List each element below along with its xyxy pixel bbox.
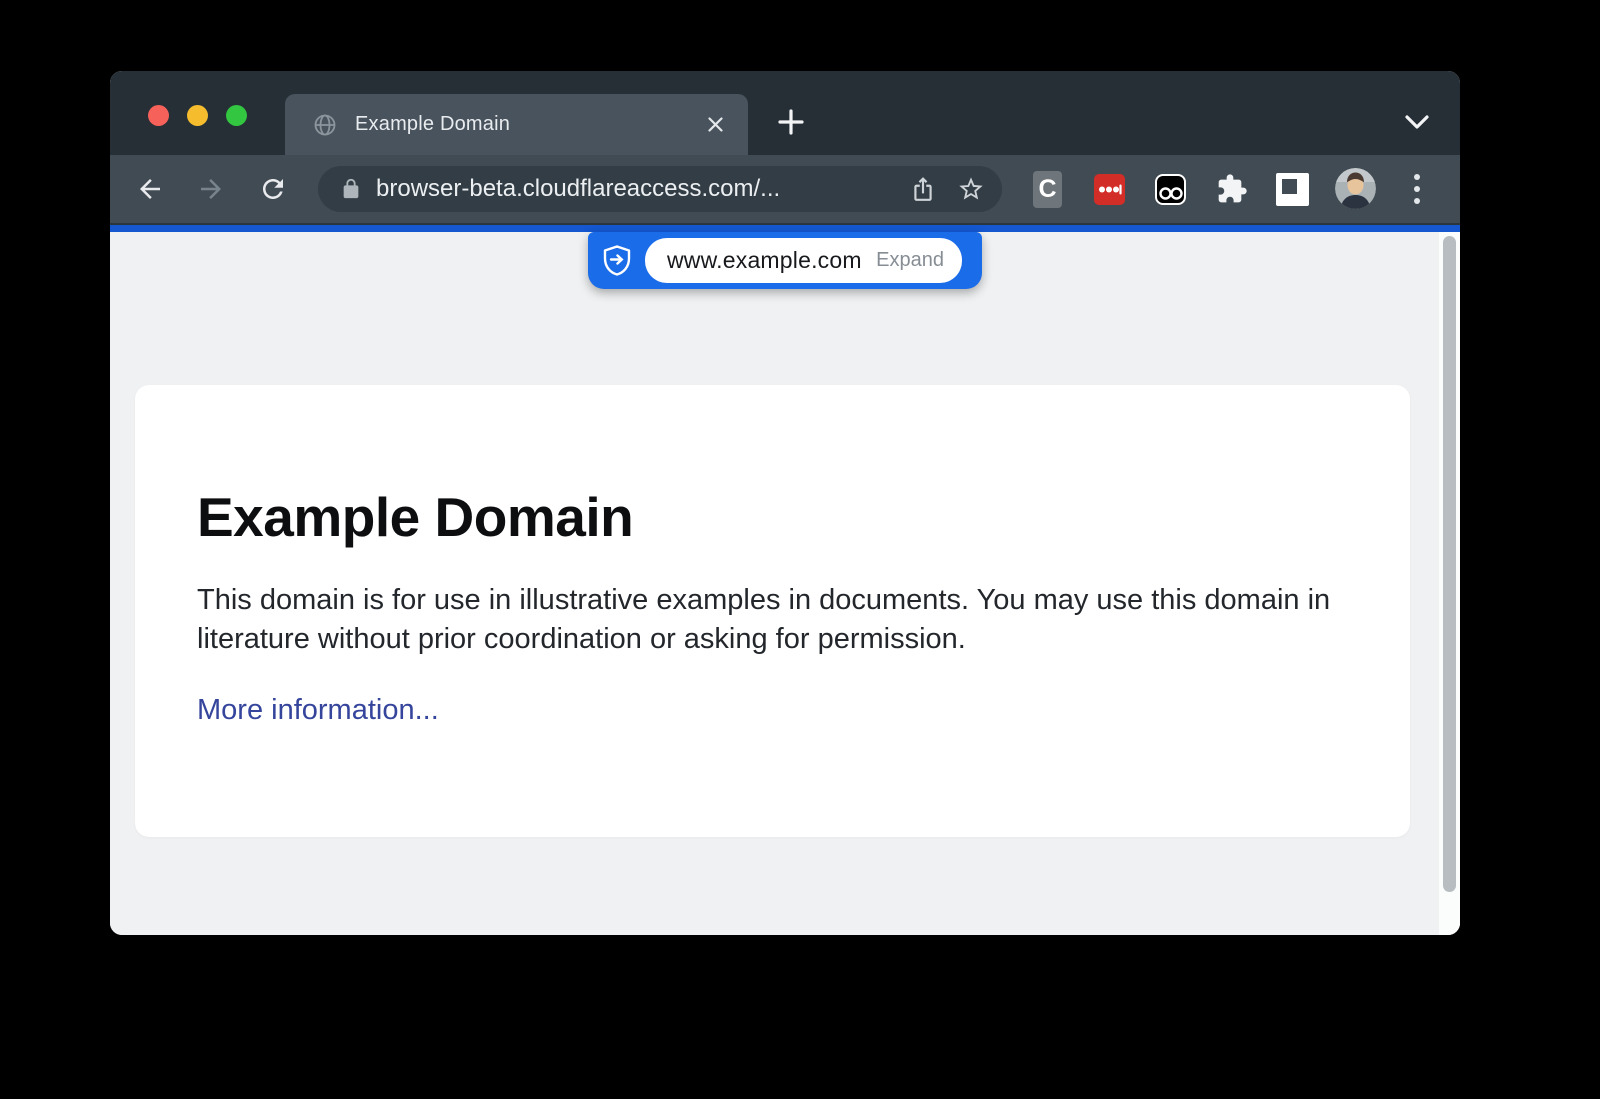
lastpass-dots-icon: [1096, 176, 1123, 203]
zoom-window-button[interactable]: [226, 105, 247, 126]
puzzle-icon: [1216, 173, 1248, 205]
extensions-menu-button[interactable]: [1216, 173, 1248, 205]
share-icon: [910, 176, 936, 202]
shield-arrow-icon: [603, 245, 631, 276]
back-button[interactable]: [133, 172, 167, 206]
toolbar: browser-beta.cloudflareaccess.com/... C: [110, 155, 1460, 223]
scrollbar-track[interactable]: [1439, 232, 1460, 935]
pill-expand-button[interactable]: Expand: [876, 249, 944, 272]
back-arrow-icon: [135, 174, 165, 204]
bookmark-button[interactable]: [954, 172, 988, 206]
page-card: Example Domain This domain is for use in…: [135, 385, 1410, 837]
tab-title: Example Domain: [355, 113, 704, 136]
forward-arrow-icon: [196, 174, 226, 204]
minimize-window-button[interactable]: [187, 105, 208, 126]
pill-domain-text: www.example.com: [667, 247, 862, 274]
browser-window: Example Domain: [110, 71, 1460, 935]
star-icon: [957, 175, 985, 203]
lastpass-extension-button[interactable]: [1094, 174, 1125, 205]
black-two-circles-extension-button[interactable]: [1155, 174, 1186, 205]
tab-close-icon[interactable]: [704, 114, 726, 136]
c-extension-button[interactable]: C: [1033, 171, 1062, 208]
address-bar[interactable]: browser-beta.cloudflareaccess.com/...: [318, 166, 1002, 212]
chevron-down-icon: [1404, 113, 1430, 131]
reload-icon: [258, 174, 288, 204]
globe-favicon-icon: [313, 113, 337, 137]
domain-pill[interactable]: www.example.com Expand: [588, 232, 982, 289]
side-panel-button[interactable]: [1276, 173, 1309, 206]
page-title: Example Domain: [197, 485, 1410, 549]
more-information-link[interactable]: More information...: [197, 694, 439, 727]
profile-avatar[interactable]: [1335, 168, 1376, 209]
forward-button[interactable]: [194, 172, 228, 206]
new-tab-button[interactable]: [776, 107, 806, 137]
kebab-menu-icon: [1412, 172, 1422, 206]
tab-strip: Example Domain: [110, 71, 1460, 155]
close-window-button[interactable]: [148, 105, 169, 126]
avatar-photo-icon: [1335, 168, 1376, 209]
share-button[interactable]: [906, 172, 940, 206]
c-extension-label: C: [1038, 175, 1056, 204]
accent-blue-bar: [110, 225, 1460, 232]
new-tab-plus-icon: [777, 108, 805, 136]
reload-button[interactable]: [256, 172, 290, 206]
url-text[interactable]: browser-beta.cloudflareaccess.com/...: [376, 175, 906, 203]
window-controls: [148, 105, 247, 126]
page-viewport: www.example.com Expand Example Domain Th…: [110, 232, 1460, 935]
browser-menu-button[interactable]: [1403, 172, 1431, 206]
side-panel-icon: [1282, 179, 1297, 194]
two-circles-icon: [1157, 176, 1184, 203]
lock-icon: [340, 178, 362, 200]
page-paragraph: This domain is for use in illustrative e…: [197, 581, 1347, 658]
browser-tab[interactable]: Example Domain: [285, 94, 748, 155]
scrollbar-thumb[interactable]: [1443, 236, 1456, 892]
domain-pill-inner[interactable]: www.example.com Expand: [645, 238, 962, 283]
tab-search-chevron-button[interactable]: [1403, 109, 1431, 135]
